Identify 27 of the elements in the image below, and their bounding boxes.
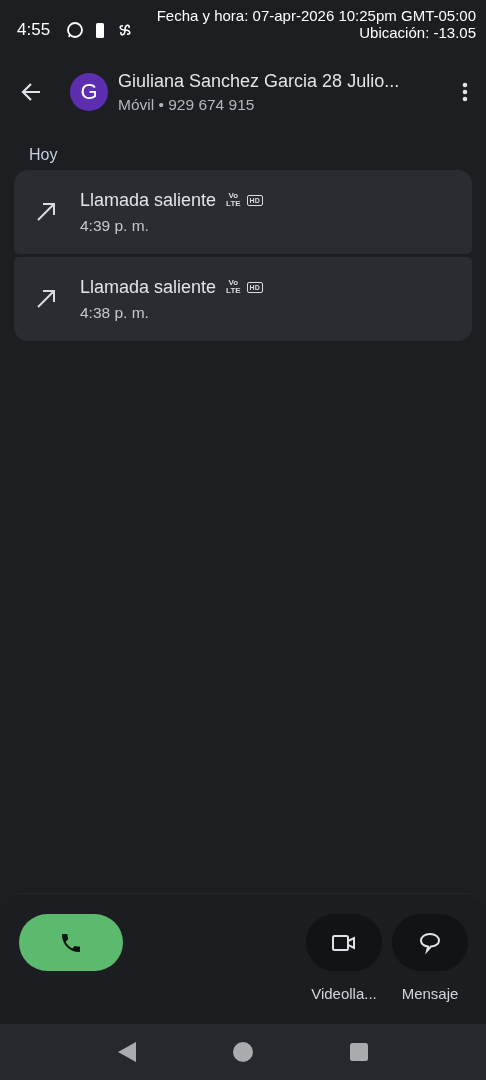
back-nav-icon[interactable]	[118, 1042, 137, 1062]
volte-label: Vo LTE	[226, 279, 241, 295]
back-arrow-icon	[20, 81, 42, 103]
call-button[interactable]	[19, 914, 123, 971]
speech-bubble-icon	[418, 930, 442, 955]
contact-avatar: G	[70, 73, 108, 111]
contact-name: Giuliana Sanchez Garcia 28 Julio...	[118, 70, 401, 92]
call-type: Llamada saliente	[80, 276, 217, 298]
battery-icon	[96, 22, 105, 38]
action-label: Mensaje	[401, 985, 459, 1002]
section-heading: Hoy	[28, 145, 58, 164]
outgoing-arrow-icon	[36, 289, 56, 309]
call-time: 4:39 p. m.	[80, 216, 150, 235]
call-type: Llamada saliente	[80, 189, 217, 211]
contact-number: Móvil • 929 674 915	[118, 95, 256, 114]
home-nav-icon[interactable]	[233, 1042, 253, 1062]
video-camera-icon	[331, 932, 357, 953]
more-icon	[462, 82, 468, 102]
chat-icon	[66, 21, 85, 39]
call-time: 4:38 p. m.	[80, 303, 150, 322]
outgoing-arrow-icon	[36, 202, 56, 222]
stamp-text: Fecha y hora: 07-apr-2026 10:25pm GMT-05:00	[156, 7, 476, 24]
action-label: Videolla...	[311, 985, 377, 1002]
volte-label: Vo LTE	[226, 192, 241, 208]
recents-nav-icon[interactable]	[349, 1043, 368, 1061]
status-time: 4:55	[17, 20, 51, 40]
stamp-text: Ubicación: -13.05	[359, 24, 476, 41]
